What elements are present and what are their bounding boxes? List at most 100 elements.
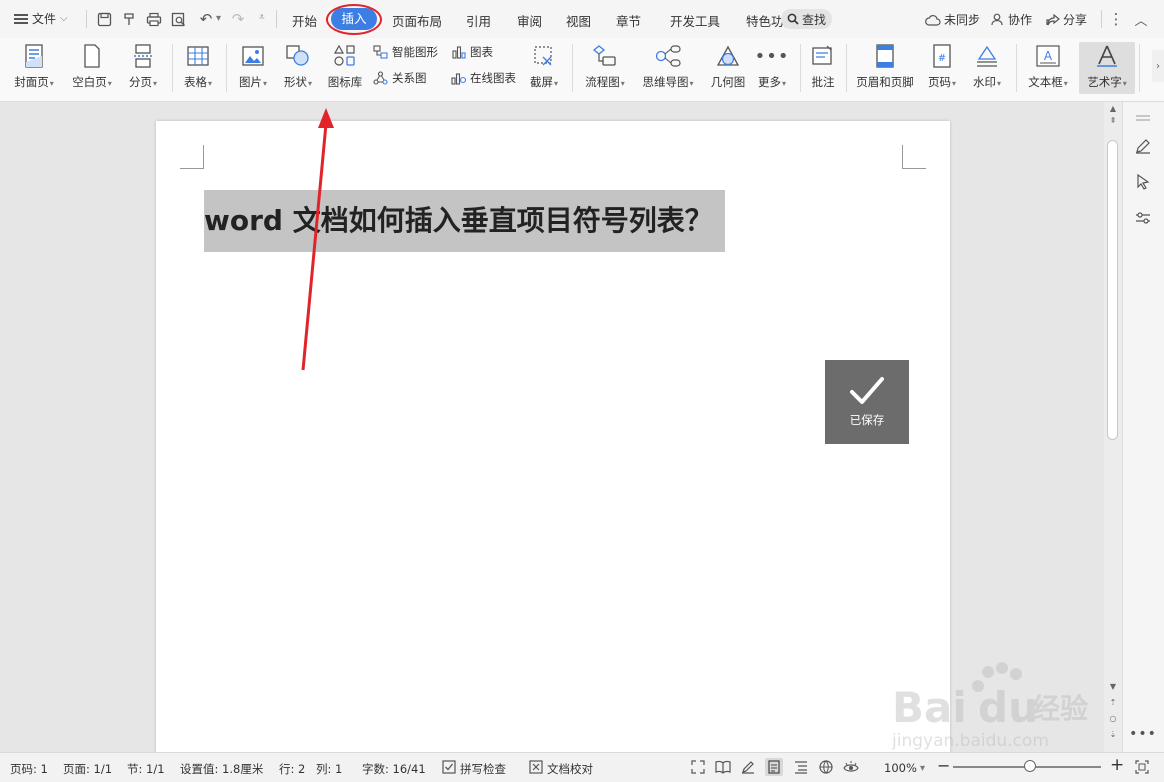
scrollbar-thumb[interactable]	[1107, 140, 1118, 440]
margin-corner-mark	[180, 145, 204, 169]
screenshot-label: 截屏	[529, 75, 553, 89]
document-title-selected[interactable]: word 文档如何插入垂直项目符号列表？	[204, 190, 725, 252]
page-break-button[interactable]: 分页▾	[122, 42, 164, 94]
blank-page-button[interactable]: 空白页▾	[66, 42, 118, 94]
panel-handle-icon[interactable]	[1133, 108, 1153, 128]
divider	[800, 44, 801, 92]
smart-graphic-button[interactable]: 智能图形	[373, 43, 438, 61]
select-browse-object-icon[interactable]: ○	[1107, 714, 1119, 723]
zoom-slider-knob[interactable]	[1024, 760, 1036, 772]
undo-icon[interactable]: ↶	[196, 9, 216, 29]
status-setting-value[interactable]: 设置值: 1.8厘米	[180, 761, 263, 777]
format-painter-icon[interactable]	[119, 9, 139, 29]
tab-references[interactable]: 引用	[466, 11, 491, 30]
customize-toolbar-icon[interactable]: ⩡	[259, 12, 265, 23]
watermark-button[interactable]: 水印▾	[966, 42, 1008, 94]
doc-proof-button[interactable]: 文档校对	[547, 761, 593, 777]
scroll-up-icon[interactable]: ▲	[1107, 104, 1119, 113]
tab-chapter[interactable]: 章节	[616, 11, 641, 30]
zoom-dropdown-icon[interactable]: ▾	[920, 763, 925, 774]
header-footer-button[interactable]: 页眉和页脚	[852, 42, 918, 94]
saved-label: 已保存	[849, 413, 885, 427]
save-icon[interactable]	[94, 9, 114, 29]
read-mode-icon[interactable]	[714, 758, 732, 776]
ribbon-toolbar: 封面页▾ 空白页▾ 分页▾ 表格▾ 图片▾ 形状▾ 图标库 智能图形 关系图 图…	[0, 38, 1164, 102]
screenshot-button[interactable]: 截屏▾	[524, 42, 564, 94]
icon-library-label: 图标库	[327, 75, 363, 89]
settings-sliders-icon[interactable]	[1133, 208, 1153, 228]
sync-status[interactable]: 未同步	[925, 11, 980, 28]
page-break-icon	[130, 42, 156, 70]
relation-chart-icon	[373, 71, 388, 85]
wordart-label: 艺术字	[1087, 75, 1122, 89]
tab-home[interactable]: 开始	[292, 11, 317, 30]
zoom-out-icon[interactable]: −	[937, 756, 950, 775]
tab-developer[interactable]: 开发工具	[670, 11, 720, 30]
eye-protection-icon[interactable]	[842, 758, 860, 776]
status-section[interactable]: 节: 1/1	[127, 761, 165, 777]
page-view-icon[interactable]	[765, 758, 783, 776]
more-options-icon[interactable]: ⋮	[1106, 9, 1126, 29]
icon-library-button[interactable]: 图标库	[324, 42, 366, 94]
write-mode-icon[interactable]	[739, 758, 757, 776]
more-dots-icon[interactable]: •••	[1129, 724, 1156, 744]
header-footer-label: 页眉和页脚	[856, 75, 914, 89]
scroll-page-up-icon[interactable]: ⇞	[1107, 116, 1119, 125]
outline-view-icon[interactable]	[792, 758, 810, 776]
next-page-icon[interactable]: ⇣	[1107, 730, 1119, 739]
more-button[interactable]: ••• 更多▾	[752, 42, 792, 94]
status-page[interactable]: 页面: 1/1	[63, 761, 112, 777]
geometry-button[interactable]: 几何图	[706, 42, 750, 94]
wordart-button[interactable]: 艺术字▾	[1079, 42, 1135, 94]
textbox-button[interactable]: A 文本框▾	[1022, 42, 1074, 94]
collapse-ribbon-icon[interactable]: ︿	[1131, 9, 1151, 29]
ribbon-scroll-right-icon[interactable]: ›	[1152, 50, 1164, 82]
picture-button[interactable]: 图片▾	[232, 42, 274, 94]
bar-chart-icon	[452, 46, 466, 59]
relation-chart-button[interactable]: 关系图	[373, 69, 427, 87]
doc-proof-icon[interactable]	[527, 758, 545, 776]
file-menu[interactable]: 文件 ⌵	[14, 10, 68, 27]
comment-button[interactable]: 批注	[806, 42, 840, 94]
zoom-level[interactable]: 100%	[884, 761, 917, 775]
mindmap-button[interactable]: 思维导图▾	[638, 42, 698, 94]
collab-button[interactable]: 协作	[991, 11, 1032, 28]
pen-edit-icon[interactable]	[1133, 136, 1153, 156]
spell-check-button[interactable]: 拼写检查	[460, 761, 506, 777]
relation-chart-label: 关系图	[392, 71, 427, 85]
side-panel: •••	[1122, 102, 1164, 752]
redo-icon[interactable]: ↷	[228, 9, 248, 29]
status-page-code[interactable]: 页码: 1	[10, 761, 48, 777]
status-column[interactable]: 列: 1	[316, 761, 342, 777]
tab-review[interactable]: 审阅	[517, 11, 542, 30]
chart-button[interactable]: 图表	[451, 43, 493, 61]
online-chart-button[interactable]: 在线图表	[451, 69, 516, 87]
print-preview-icon[interactable]	[169, 9, 189, 29]
fit-window-icon[interactable]	[1133, 758, 1151, 776]
prev-page-icon[interactable]: ⇡	[1107, 698, 1119, 707]
web-view-icon[interactable]	[817, 758, 835, 776]
status-row[interactable]: 行: 2	[279, 761, 305, 777]
scroll-down-icon[interactable]: ▼	[1107, 682, 1119, 691]
document-canvas[interactable]: word 文档如何插入垂直项目符号列表？	[0, 102, 1104, 761]
share-button[interactable]: 分享	[1046, 11, 1087, 28]
search-label: 查找	[802, 12, 827, 27]
cover-page-button[interactable]: 封面页▾	[8, 42, 60, 94]
select-cursor-icon[interactable]	[1133, 172, 1153, 192]
tab-view[interactable]: 视图	[566, 11, 591, 30]
vertical-scrollbar[interactable]: ▲ ⇞ ▼ ⇡ ○ ⇣	[1104, 102, 1122, 752]
shape-label: 形状	[283, 75, 307, 89]
spell-check-icon[interactable]	[440, 758, 458, 776]
mindmap-label: 思维导图	[642, 75, 689, 89]
fullscreen-icon[interactable]	[689, 758, 707, 776]
status-word-count[interactable]: 字数: 16/41	[362, 761, 426, 777]
table-button[interactable]: 表格▾	[178, 42, 218, 94]
zoom-in-icon[interactable]: +	[1110, 755, 1124, 775]
search-box[interactable]: 查找	[781, 9, 833, 29]
tab-page-layout[interactable]: 页面布局	[392, 11, 442, 30]
print-icon[interactable]	[144, 9, 164, 29]
shape-button[interactable]: 形状▾	[278, 42, 318, 94]
flowchart-button[interactable]: 流程图▾	[580, 42, 630, 94]
undo-dropdown-icon[interactable]: ▾	[216, 13, 221, 24]
page-number-button[interactable]: # 页码▾	[922, 42, 962, 94]
